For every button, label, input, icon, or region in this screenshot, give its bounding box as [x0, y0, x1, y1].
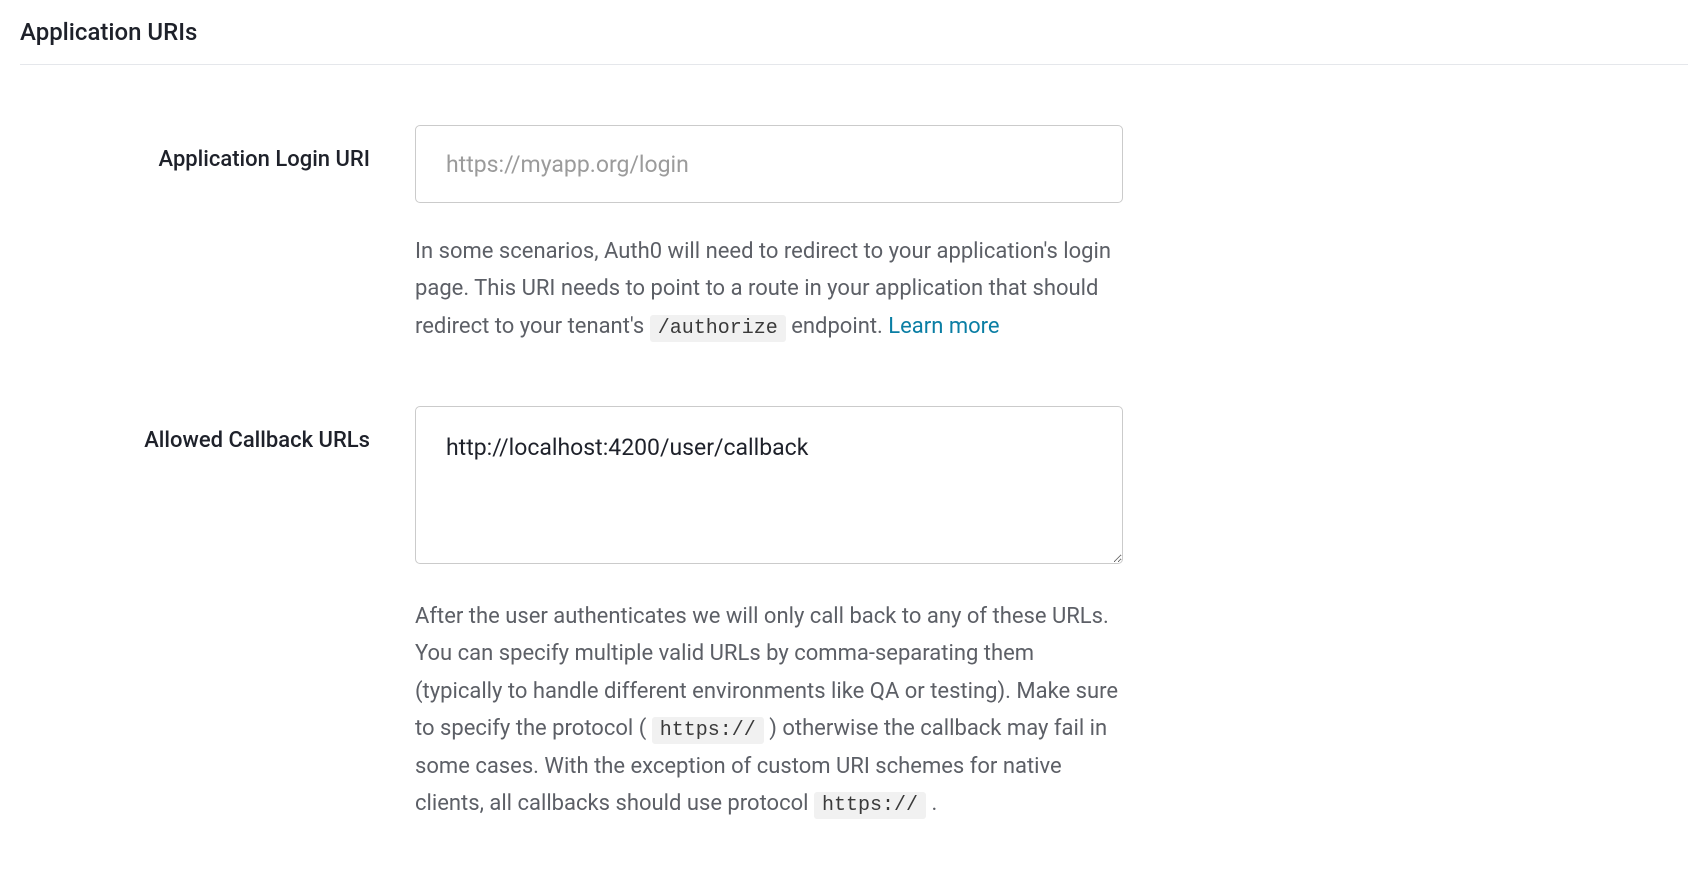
callback-urls-help: After the user authenticates we will onl…	[415, 598, 1123, 824]
https-code: https://	[652, 717, 764, 744]
section-title: Application URIs	[20, 0, 1688, 65]
learn-more-link[interactable]: Learn more	[888, 314, 999, 339]
help-text-segment: .	[931, 791, 937, 816]
login-uri-help: In some scenarios, Auth0 will need to re…	[415, 233, 1123, 346]
callback-urls-label: Allowed Callback URLs	[144, 428, 370, 453]
login-uri-row: Application Login URI In some scenarios,…	[20, 125, 1688, 346]
authorize-code: /authorize	[650, 315, 786, 342]
callback-urls-textarea[interactable]	[415, 406, 1123, 564]
https-code: https://	[814, 792, 926, 819]
callback-urls-row: Allowed Callback URLs After the user aut…	[20, 406, 1688, 824]
login-uri-input[interactable]	[415, 125, 1123, 203]
help-text-segment: endpoint.	[791, 314, 888, 339]
login-uri-label: Application Login URI	[159, 147, 370, 172]
